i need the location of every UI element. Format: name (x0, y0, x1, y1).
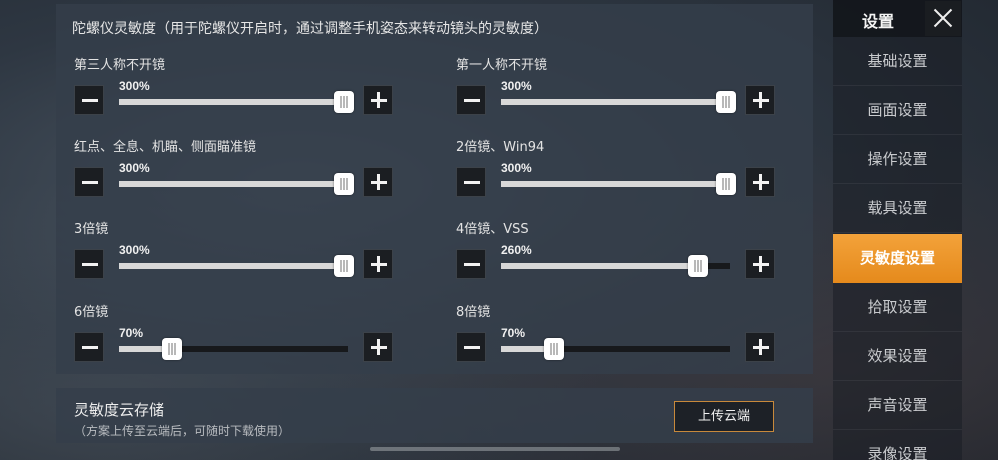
increase-button[interactable] (363, 85, 393, 115)
decrease-button[interactable] (456, 249, 486, 279)
minus-icon (82, 181, 98, 184)
sidebar-item-graphics[interactable]: 画面设置 (833, 86, 962, 135)
slider-fill (501, 181, 730, 187)
slider-track[interactable] (501, 255, 730, 277)
increase-button[interactable] (745, 167, 775, 197)
slider-thumb[interactable] (334, 255, 354, 277)
cloud-storage-panel: 灵敏度云存储 （方案上传至云端后，可随时下载使用） 上传云端 (56, 388, 813, 443)
gyro-sensitivity-panel: 陀螺仪灵敏度（用于陀螺仪开启时，通过调整手机姿态来转动镜头的灵敏度） 第三人称不… (56, 4, 813, 374)
setting-value: 300% (501, 161, 532, 175)
sidebar-item-effects[interactable]: 效果设置 (833, 332, 962, 381)
setting-label: 第三人称不开镜 (74, 58, 166, 73)
minus-icon (464, 263, 480, 266)
setting-value: 70% (119, 326, 144, 340)
slider-fill (501, 99, 730, 105)
upload-cloud-button[interactable]: 上传云端 (674, 401, 774, 432)
sidebar-item-replay[interactable]: 录像设置 (833, 430, 962, 460)
setting-8x-scope: 8倍镜 70% (456, 301, 776, 371)
increase-button[interactable] (363, 249, 393, 279)
minus-icon (464, 346, 480, 349)
slider-track[interactable] (119, 255, 354, 277)
slider-track[interactable] (119, 91, 354, 113)
slider-fill (119, 263, 348, 269)
decrease-button[interactable] (456, 85, 486, 115)
setting-2x-scope: 2倍镜、Win94 300% (456, 136, 776, 206)
sidebar-header: 设置 (833, 0, 962, 37)
minus-icon (82, 99, 98, 102)
setting-value: 300% (119, 161, 150, 175)
slider-track[interactable] (501, 338, 730, 360)
setting-4x-scope: 4倍镜、VSS 260% (456, 218, 776, 288)
decrease-button[interactable] (456, 332, 486, 362)
setting-label: 2倍镜、Win94 (456, 140, 545, 155)
slider-thumb[interactable] (716, 173, 736, 195)
minus-icon (82, 263, 98, 266)
minus-icon (464, 181, 480, 184)
settings-sidebar: 设置 基础设置 画面设置 操作设置 载具设置 灵敏度设置 拾取设置 效果设置 声… (833, 0, 962, 460)
setting-first-person: 第一人称不开镜 300% (456, 54, 776, 124)
cloud-title: 灵敏度云存储 (74, 401, 165, 419)
minus-icon (82, 346, 98, 349)
decrease-button[interactable] (74, 167, 104, 197)
slider-thumb[interactable] (334, 173, 354, 195)
increase-button[interactable] (363, 167, 393, 197)
setting-value: 300% (119, 243, 150, 257)
slider-thumb[interactable] (716, 91, 736, 113)
slider-thumb[interactable] (543, 338, 564, 360)
increase-button[interactable] (745, 332, 775, 362)
setting-label: 红点、全息、机瞄、侧面瞄准镜 (74, 140, 257, 155)
setting-value: 300% (501, 79, 532, 93)
setting-label: 6倍镜 (74, 305, 109, 320)
cloud-subtitle: （方案上传至云端后，可随时下载使用） (74, 424, 291, 438)
slider-track[interactable] (119, 173, 354, 195)
decrease-button[interactable] (74, 85, 104, 115)
setting-label: 4倍镜、VSS (456, 222, 529, 237)
increase-button[interactable] (363, 332, 393, 362)
setting-value: 300% (119, 79, 150, 93)
setting-label: 8倍镜 (456, 305, 491, 320)
increase-button[interactable] (745, 85, 775, 115)
sidebar-item-vehicle[interactable]: 载具设置 (833, 184, 962, 233)
setting-label: 3倍镜 (74, 222, 109, 237)
decrease-button[interactable] (74, 332, 104, 362)
decrease-button[interactable] (456, 167, 486, 197)
sidebar-item-basic[interactable]: 基础设置 (833, 37, 962, 86)
setting-3x-scope: 3倍镜 300% (74, 218, 394, 288)
setting-third-person: 第三人称不开镜 300% (74, 54, 394, 124)
sidebar-item-pickup[interactable]: 拾取设置 (833, 283, 962, 332)
close-button[interactable] (925, 1, 961, 36)
panel-title: 陀螺仪灵敏度（用于陀螺仪开启时，通过调整手机姿态来转动镜头的灵敏度） (72, 21, 548, 37)
slider-track[interactable] (501, 91, 736, 113)
setting-label: 第一人称不开镜 (456, 58, 548, 73)
sidebar-title: 设置 (862, 12, 895, 31)
slider-fill (119, 99, 348, 105)
setting-value: 70% (501, 326, 526, 340)
increase-button[interactable] (745, 249, 775, 279)
slider-fill (501, 263, 698, 269)
sidebar-item-controls[interactable]: 操作设置 (833, 135, 962, 184)
setting-red-dot: 红点、全息、机瞄、侧面瞄准镜 300% (74, 136, 394, 206)
slider-track[interactable] (501, 173, 736, 195)
setting-value: 260% (501, 243, 532, 257)
slider-fill (119, 181, 348, 187)
sidebar-item-sound[interactable]: 声音设置 (833, 381, 962, 430)
sidebar-item-sensitivity[interactable]: 灵敏度设置 (833, 234, 962, 283)
slider-thumb[interactable] (334, 91, 354, 113)
slider-thumb[interactable] (687, 255, 708, 277)
scroll-indicator[interactable] (370, 447, 620, 451)
minus-icon (464, 99, 480, 102)
slider-track[interactable] (119, 338, 348, 360)
decrease-button[interactable] (74, 249, 104, 279)
slider-thumb[interactable] (161, 338, 182, 360)
setting-6x-scope: 6倍镜 70% (74, 301, 394, 371)
